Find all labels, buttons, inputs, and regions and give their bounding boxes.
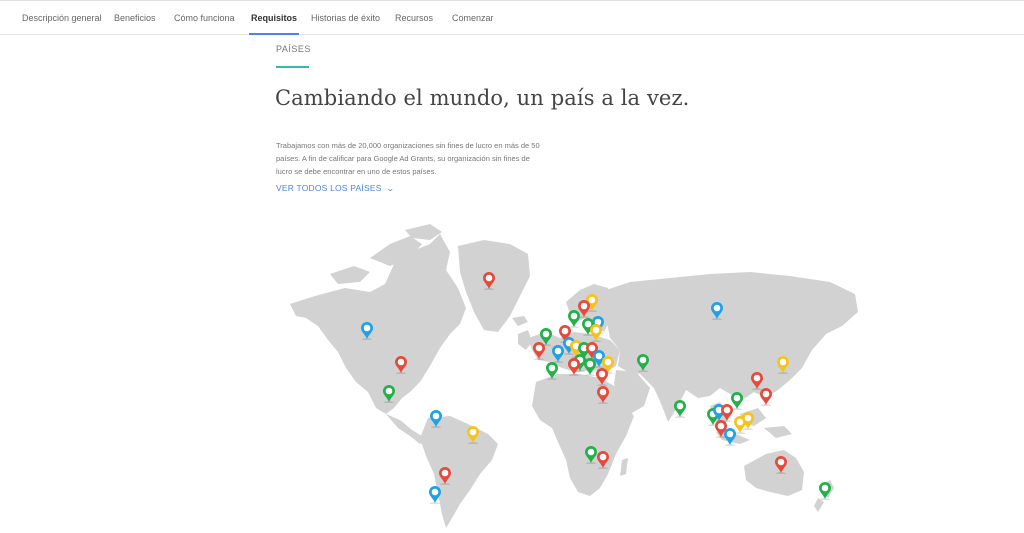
- world-map: [290, 224, 858, 528]
- tab-como-funciona[interactable]: Cómo funciona: [174, 1, 235, 35]
- top-navigation: Descripción general Beneficios Cómo func…: [0, 0, 1024, 35]
- map-pin[interactable]: [760, 388, 772, 407]
- tab-beneficios[interactable]: Beneficios: [114, 1, 156, 35]
- see-all-countries-label: VER TODOS LOS PAÍSES: [276, 183, 382, 193]
- map-pin[interactable]: [731, 392, 743, 411]
- section-underline: [276, 66, 309, 68]
- tab-historias-de-exito[interactable]: Historias de éxito: [311, 1, 380, 35]
- map-pin[interactable]: [819, 482, 831, 501]
- map-pin[interactable]: [584, 358, 596, 377]
- map-pin[interactable]: [429, 486, 441, 505]
- map-pin[interactable]: [568, 310, 580, 329]
- chevron-down-icon: ⌄: [385, 184, 395, 193]
- tab-requisitos[interactable]: Requisitos: [248, 1, 300, 35]
- map-pin[interactable]: [674, 400, 686, 419]
- page-title: Cambiando el mundo, un país a la vez.: [275, 86, 690, 110]
- map-pin[interactable]: [724, 428, 736, 447]
- tab-comenzar[interactable]: Comenzar: [452, 1, 494, 35]
- intro-paragraph: Trabajamos con más de 20,000 organizacio…: [276, 141, 540, 176]
- section-label: PAÍSES: [276, 44, 311, 54]
- see-all-countries-link[interactable]: VER TODOS LOS PAÍSES ⌄: [276, 183, 395, 193]
- tab-recursos[interactable]: Recursos: [395, 1, 433, 35]
- map-pin[interactable]: [742, 412, 754, 431]
- tab-descripcion-general[interactable]: Descripción general: [22, 1, 102, 35]
